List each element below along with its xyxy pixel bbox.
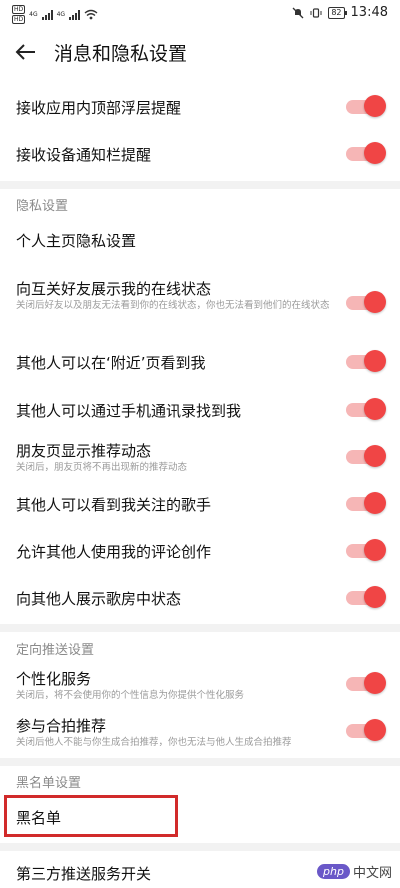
comment-creation-toggle[interactable] (346, 539, 386, 561)
status-left: HD HD 4G 4G (12, 5, 98, 24)
notification-bar-toggle[interactable] (346, 142, 386, 164)
watermark: php 中文网 (317, 862, 392, 881)
toggle-knob (364, 291, 386, 313)
setting-description: 关闭后他人不能与你生成合拍推荐，你也无法与他人生成合拍推荐 (16, 737, 292, 748)
online-status-toggle[interactable] (346, 291, 386, 313)
duet-recommend-toggle[interactable] (346, 719, 386, 741)
toggle-knob (364, 142, 386, 164)
battery-icon: 82 (328, 6, 347, 19)
setting-description: 关闭后，朋友页将不再出现新的推荐动态 (16, 462, 188, 473)
setting-label: 其他人可以看到我关注的歌手 (16, 496, 212, 514)
nav-header: 消息和隐私设置 (0, 28, 400, 76)
privacy-row-nearby[interactable]: 其他人可以在‘附近’页看到我 (0, 340, 400, 384)
net-label-2: 4G (56, 10, 66, 18)
hd-tag-2: HD (12, 15, 26, 24)
setting-label: 接收应用内顶部浮层提醒 (16, 99, 182, 117)
section-divider (0, 624, 400, 632)
back-arrow-icon[interactable] (12, 38, 40, 66)
setting-row-floating-alert[interactable]: 接收应用内顶部浮层提醒 (0, 84, 400, 130)
setting-description: 关闭后，将不会使用你的个性信息为你提供个性化服务 (16, 690, 245, 701)
vibrate-icon (310, 7, 322, 18)
net-label-1: 4G (29, 10, 38, 18)
setting-row-notification-bar[interactable]: 接收设备通知栏提醒 (0, 131, 400, 177)
setting-label: 朋友页显示推荐动态 (16, 442, 152, 460)
contacts-toggle[interactable] (346, 398, 386, 420)
privacy-row-contacts[interactable]: 其他人可以通过手机通讯录找到我 (0, 388, 400, 432)
setting-label: 个性化服务 (16, 670, 92, 688)
blacklist-section-header: 黑名单设置 (16, 776, 82, 791)
room-status-toggle[interactable] (346, 586, 386, 608)
watermark-logo: php (317, 864, 350, 879)
privacy-row-followed-singers[interactable]: 其他人可以看到我关注的歌手 (0, 484, 400, 528)
wifi-icon (84, 9, 98, 20)
toggle-knob (364, 95, 386, 117)
toggle-knob (364, 586, 386, 608)
nearby-toggle[interactable] (346, 350, 386, 372)
section-divider (0, 181, 400, 189)
third-party-push-label: 第三方推送服务开关 (16, 865, 152, 883)
privacy-row-room-status[interactable]: 向其他人展示歌房中状态 (0, 578, 400, 622)
toggle-knob (364, 719, 386, 741)
push-section-header: 定向推送设置 (16, 643, 95, 658)
privacy-section-header: 隐私设置 (16, 199, 69, 214)
setting-label: 其他人可以通过手机通讯录找到我 (16, 402, 242, 420)
section-divider (0, 758, 400, 766)
setting-description: 关闭后好友以及朋友无法看到你的在线状态，你也无法看到他们的在线状态 (16, 300, 330, 311)
signal-icon-2 (69, 9, 81, 20)
floating-alert-toggle[interactable] (346, 95, 386, 117)
watermark-text: 中文网 (352, 866, 392, 881)
profile-privacy-row[interactable]: 个人主页隐私设置 (0, 222, 400, 260)
section-divider (0, 843, 400, 851)
toggle-knob (364, 492, 386, 514)
mute-bell-icon (292, 7, 304, 18)
setting-label: 其他人可以在‘附近’页看到我 (16, 354, 206, 372)
toggle-knob (364, 398, 386, 420)
privacy-row-online-status[interactable]: 向互关好友展示我的在线状态 关闭后好友以及朋友无法看到你的在线状态，你也无法看到… (0, 272, 400, 334)
toggle-knob (364, 445, 386, 467)
toggle-knob (364, 672, 386, 694)
hd-tag-1: HD (12, 5, 26, 14)
page-title: 消息和隐私设置 (54, 43, 188, 65)
setting-label: 向互关好友展示我的在线状态 (16, 280, 212, 298)
personalization-toggle[interactable] (346, 672, 386, 694)
privacy-row-comment-creation[interactable]: 允许其他人使用我的评论创作 (0, 531, 400, 575)
setting-label: 允许其他人使用我的评论创作 (16, 543, 212, 561)
status-time: 13:48 (350, 5, 388, 20)
profile-privacy-label: 个人主页隐私设置 (16, 232, 137, 250)
status-right: 82 13:48 (292, 5, 388, 20)
push-row-personalization[interactable]: 个性化服务 关闭后，将不会使用你的个性信息为你提供个性化服务 (0, 664, 400, 708)
toggle-knob (364, 539, 386, 561)
recommend-feed-toggle[interactable] (346, 445, 386, 467)
setting-label: 参与合拍推荐 (16, 717, 107, 735)
setting-label: 向其他人展示歌房中状态 (16, 590, 182, 608)
blacklist-highlight-box (4, 795, 178, 837)
followed-singers-toggle[interactable] (346, 492, 386, 514)
toggle-knob (364, 350, 386, 372)
signal-icon-1 (41, 9, 53, 20)
setting-label: 接收设备通知栏提醒 (16, 146, 152, 164)
push-row-duet-recommend[interactable]: 参与合拍推荐 关闭后他人不能与你生成合拍推荐，你也无法与他人生成合拍推荐 (0, 711, 400, 755)
privacy-row-recommend-feed[interactable]: 朋友页显示推荐动态 关闭后，朋友页将不再出现新的推荐动态 (0, 436, 400, 480)
status-bar: HD HD 4G 4G 82 13:48 (0, 0, 400, 28)
